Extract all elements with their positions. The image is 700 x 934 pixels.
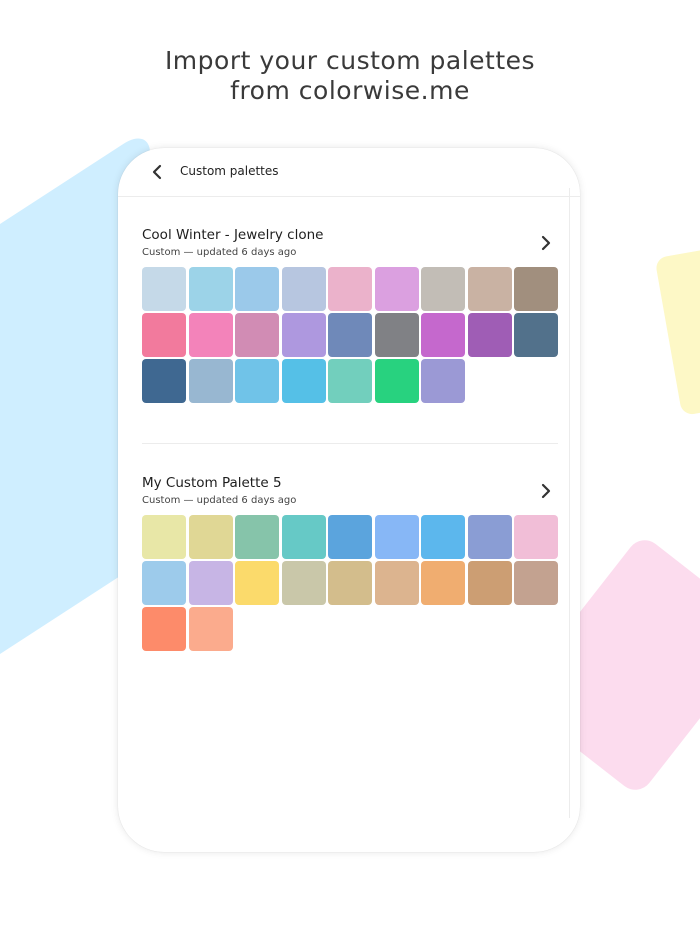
app-bar: Custom palettes	[118, 148, 580, 197]
color-swatch[interactable]	[235, 267, 279, 311]
color-swatch[interactable]	[467, 313, 512, 357]
phone-frame: Custom palettes Cool Winter - Jewelry cl…	[118, 148, 580, 852]
color-swatch[interactable]	[281, 313, 326, 357]
app-bar-title: Custom palettes	[180, 164, 279, 178]
color-swatch[interactable]	[235, 561, 279, 605]
palette-subtitle: Custom — updated 6 days ago	[142, 495, 297, 506]
color-swatch[interactable]	[328, 561, 372, 605]
color-swatch[interactable]	[142, 515, 186, 559]
color-swatch[interactable]	[328, 313, 372, 357]
color-swatch[interactable]	[374, 561, 419, 605]
chevron-right-icon[interactable]	[540, 483, 552, 499]
color-swatch[interactable]	[374, 359, 419, 403]
color-swatch[interactable]	[421, 359, 465, 403]
palette-name: My Custom Palette 5	[142, 475, 282, 491]
color-swatch[interactable]	[421, 561, 465, 605]
color-swatch[interactable]	[514, 515, 558, 559]
palette-divider	[142, 443, 558, 444]
color-swatch[interactable]	[421, 267, 465, 311]
swatch-grid	[142, 267, 558, 403]
color-swatch[interactable]	[235, 313, 279, 357]
color-swatch[interactable]	[188, 607, 233, 651]
color-swatch[interactable]	[328, 359, 372, 403]
color-swatch[interactable]	[281, 267, 326, 311]
color-swatch[interactable]	[142, 561, 186, 605]
color-swatch[interactable]	[421, 313, 465, 357]
color-swatch[interactable]	[328, 267, 372, 311]
swatch-grid	[142, 515, 558, 651]
color-swatch[interactable]	[328, 515, 372, 559]
headline-line-2: from colorwise.me	[230, 76, 470, 105]
palette-subtitle: Custom — updated 6 days ago	[142, 247, 297, 258]
color-swatch[interactable]	[235, 515, 279, 559]
headline-line-1: Import your custom palettes	[164, 46, 536, 75]
color-swatch[interactable]	[142, 607, 186, 651]
color-swatch[interactable]	[374, 313, 419, 357]
scroll-edge	[569, 188, 570, 818]
color-swatch[interactable]	[235, 359, 279, 403]
chevron-left-icon[interactable]	[148, 162, 166, 182]
color-swatch[interactable]	[188, 515, 233, 559]
color-swatch[interactable]	[374, 267, 419, 311]
color-swatch[interactable]	[188, 359, 233, 403]
color-swatch[interactable]	[188, 561, 233, 605]
color-swatch[interactable]	[142, 313, 186, 357]
chevron-right-icon[interactable]	[540, 235, 552, 251]
color-swatch[interactable]	[142, 267, 186, 311]
background-shape-yellow	[654, 248, 700, 416]
color-swatch[interactable]	[281, 359, 326, 403]
color-swatch[interactable]	[188, 313, 233, 357]
color-swatch[interactable]	[514, 313, 558, 357]
headline: Import your custom palettes from colorwi…	[0, 46, 700, 106]
color-swatch[interactable]	[281, 515, 326, 559]
color-swatch[interactable]	[514, 561, 558, 605]
color-swatch[interactable]	[374, 515, 419, 559]
color-swatch[interactable]	[514, 267, 558, 311]
color-swatch[interactable]	[188, 267, 233, 311]
color-swatch[interactable]	[142, 359, 186, 403]
color-swatch[interactable]	[421, 515, 465, 559]
color-swatch[interactable]	[467, 515, 512, 559]
color-swatch[interactable]	[467, 561, 512, 605]
color-swatch[interactable]	[281, 561, 326, 605]
palette-name: Cool Winter - Jewelry clone	[142, 227, 324, 243]
color-swatch[interactable]	[467, 267, 512, 311]
